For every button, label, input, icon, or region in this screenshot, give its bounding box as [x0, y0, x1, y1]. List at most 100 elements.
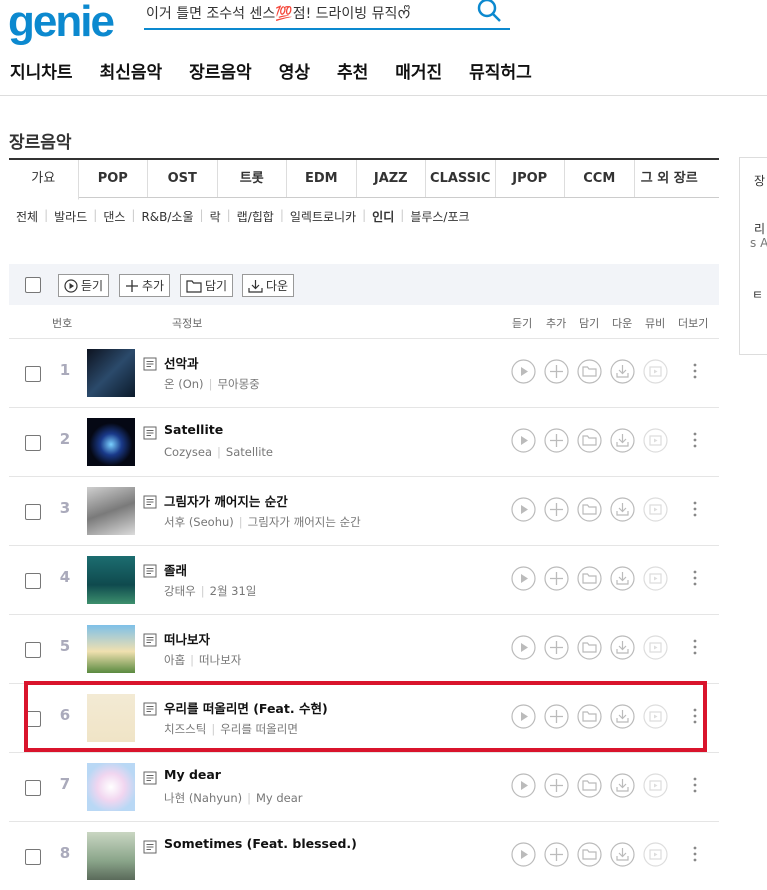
- lyrics-icon[interactable]: [143, 771, 157, 785]
- save-button[interactable]: 담기: [180, 274, 234, 297]
- download-icon[interactable]: [610, 566, 635, 591]
- song-title[interactable]: My dear: [164, 767, 221, 782]
- download-icon[interactable]: [610, 428, 635, 453]
- song-row[interactable]: 4 졸래 강태우 | 2월 31일: [9, 545, 719, 614]
- mv-icon[interactable]: [643, 842, 668, 867]
- more-icon[interactable]: [689, 497, 701, 521]
- folder-icon[interactable]: [577, 497, 602, 522]
- song-checkbox[interactable]: [25, 366, 41, 382]
- song-artist[interactable]: Cozysea: [164, 445, 212, 459]
- plus-icon[interactable]: [544, 773, 569, 798]
- mv-icon[interactable]: [643, 566, 668, 591]
- song-title[interactable]: 떠나보자: [164, 629, 210, 648]
- subgenre-rock[interactable]: 락: [210, 208, 221, 225]
- plus-icon[interactable]: [544, 635, 569, 660]
- plus-icon[interactable]: [544, 842, 569, 867]
- tab-jazz[interactable]: JAZZ: [357, 160, 426, 197]
- song-title[interactable]: 졸래: [164, 560, 187, 579]
- song-checkbox[interactable]: [25, 573, 41, 589]
- song-row[interactable]: 7 My dear 나현 (Nahyun) | My dear: [9, 752, 719, 821]
- tab-other-genres[interactable]: 그 외 장르: [635, 160, 705, 197]
- lyrics-icon[interactable]: [143, 495, 157, 509]
- genie-logo[interactable]: genie: [8, 0, 115, 44]
- tab-ost[interactable]: OST: [148, 160, 218, 197]
- more-icon[interactable]: [689, 635, 701, 659]
- lyrics-icon[interactable]: [143, 426, 157, 440]
- mv-icon[interactable]: [643, 428, 668, 453]
- album-cover[interactable]: [87, 487, 135, 535]
- search-bar[interactable]: 이거 틀면 조수석 센스💯점! 드라이빙 뮤직ᰔᩚ: [144, 0, 510, 30]
- tab-pop[interactable]: POP: [79, 160, 148, 197]
- album-cover[interactable]: [87, 418, 135, 466]
- song-title[interactable]: Satellite: [164, 422, 223, 437]
- subgenre-hiphop[interactable]: 랩/힙합: [237, 208, 274, 225]
- nav-recommend[interactable]: 추천: [337, 58, 368, 83]
- more-icon[interactable]: [689, 359, 701, 383]
- song-checkbox[interactable]: [25, 642, 41, 658]
- nav-magazine[interactable]: 매거진: [395, 58, 442, 83]
- play-icon[interactable]: [511, 773, 536, 798]
- song-album[interactable]: 떠나보자: [199, 653, 241, 667]
- search-icon[interactable]: [474, 0, 504, 26]
- song-album[interactable]: 2월 31일: [210, 584, 257, 598]
- song-title[interactable]: Sometimes (Feat. blessed.): [164, 836, 357, 851]
- nav-genie-chart[interactable]: 지니차트: [10, 58, 73, 83]
- nav-genre-music[interactable]: 장르음악: [189, 58, 252, 83]
- lyrics-icon[interactable]: [143, 840, 157, 854]
- song-checkbox[interactable]: [25, 435, 41, 451]
- mv-icon[interactable]: [643, 773, 668, 798]
- play-icon[interactable]: [511, 428, 536, 453]
- subgenre-ballad[interactable]: 발라드: [54, 208, 87, 225]
- subgenre-all[interactable]: 전체: [16, 208, 38, 225]
- more-icon[interactable]: [689, 428, 701, 452]
- song-row[interactable]: 5 떠나보자 아홉 | 떠나보자: [9, 614, 719, 683]
- subgenre-rnb[interactable]: R&B/소울: [141, 208, 193, 225]
- song-checkbox[interactable]: [25, 504, 41, 520]
- download-icon[interactable]: [610, 359, 635, 384]
- song-artist[interactable]: 온 (On): [164, 377, 204, 391]
- folder-icon[interactable]: [577, 773, 602, 798]
- play-icon[interactable]: [511, 635, 536, 660]
- folder-icon[interactable]: [577, 566, 602, 591]
- add-button[interactable]: 추가: [119, 274, 171, 297]
- subgenre-electronica[interactable]: 일렉트로니카: [290, 208, 356, 225]
- tab-edm[interactable]: EDM: [287, 160, 357, 197]
- listen-button[interactable]: 듣기: [58, 274, 110, 297]
- song-checkbox[interactable]: [25, 780, 41, 796]
- lyrics-icon[interactable]: [143, 564, 157, 578]
- folder-icon[interactable]: [577, 635, 602, 660]
- song-album[interactable]: 무아몽중: [217, 377, 259, 391]
- album-cover[interactable]: [87, 556, 135, 604]
- nav-new-music[interactable]: 최신음악: [100, 58, 163, 83]
- song-checkbox[interactable]: [25, 849, 41, 865]
- lyrics-icon[interactable]: [143, 633, 157, 647]
- search-input[interactable]: 이거 틀면 조수석 센스💯점! 드라이빙 뮤직ᰔᩚ: [146, 3, 410, 26]
- nav-video[interactable]: 영상: [279, 58, 310, 83]
- lyrics-icon[interactable]: [143, 357, 157, 371]
- album-cover[interactable]: [87, 625, 135, 673]
- song-artist[interactable]: 강태우: [164, 584, 196, 598]
- song-album[interactable]: 그림자가 깨어지는 순간: [248, 515, 361, 529]
- folder-icon[interactable]: [577, 428, 602, 453]
- tab-kpop[interactable]: 가요: [9, 160, 79, 200]
- plus-icon[interactable]: [544, 359, 569, 384]
- download-icon[interactable]: [610, 635, 635, 660]
- play-icon[interactable]: [511, 842, 536, 867]
- folder-icon[interactable]: [577, 842, 602, 867]
- tab-jpop[interactable]: JPOP: [496, 160, 565, 197]
- download-icon[interactable]: [610, 842, 635, 867]
- song-artist[interactable]: 서후 (Seohu): [164, 515, 234, 529]
- song-row[interactable]: 1 선악과 온 (On) | 무아몽중: [9, 338, 719, 407]
- subgenre-dance[interactable]: 댄스: [103, 208, 125, 225]
- song-artist[interactable]: 아홉: [164, 653, 185, 667]
- download-icon[interactable]: [610, 773, 635, 798]
- more-icon[interactable]: [689, 566, 701, 590]
- song-album[interactable]: Satellite: [226, 445, 273, 459]
- subgenre-blues-folk[interactable]: 블루스/포크: [410, 208, 469, 225]
- select-all-checkbox[interactable]: [25, 277, 41, 293]
- tab-ccm[interactable]: CCM: [565, 160, 635, 197]
- mv-icon[interactable]: [643, 635, 668, 660]
- download-button[interactable]: 다운: [242, 274, 295, 297]
- subgenre-indie[interactable]: 인디: [372, 208, 394, 225]
- folder-icon[interactable]: [577, 359, 602, 384]
